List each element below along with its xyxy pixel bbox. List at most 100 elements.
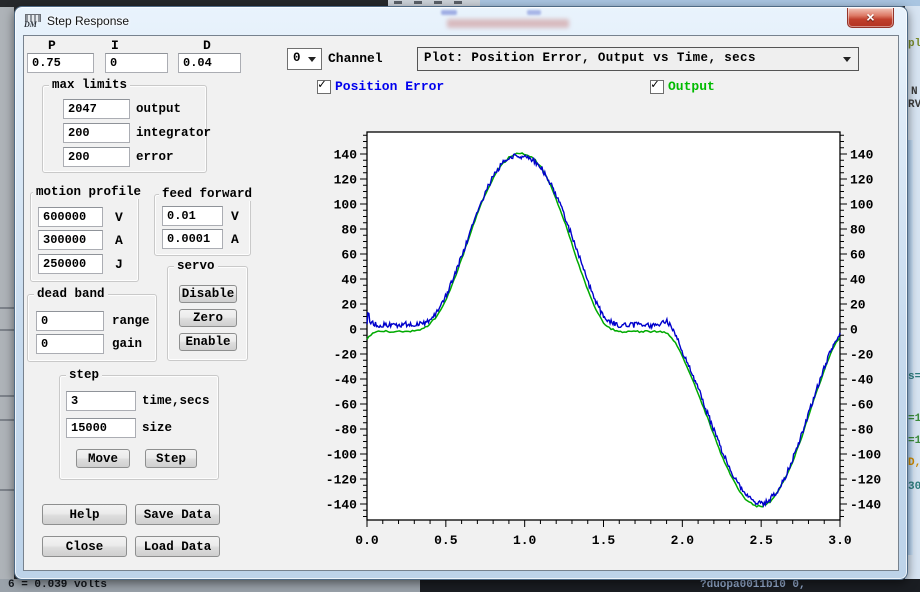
p-input[interactable] [27, 53, 94, 73]
max-limits-group: max limits output integrator error [42, 85, 207, 173]
svg-text:140: 140 [850, 148, 874, 163]
svg-text:0: 0 [349, 323, 357, 338]
background-text: RV [908, 99, 920, 111]
jerk-input[interactable] [38, 254, 103, 274]
svg-text:-40: -40 [850, 373, 874, 388]
d-label: D [203, 38, 211, 53]
svg-text:-120: -120 [326, 473, 357, 488]
deadband-gain-input[interactable] [36, 334, 104, 354]
max-output-input[interactable] [63, 99, 130, 119]
max-integrator-input[interactable] [63, 123, 130, 143]
step-response-chart: -140-140-120-120-100-100-80-80-60-60-40-… [332, 120, 892, 565]
svg-text:-20: -20 [850, 348, 874, 363]
chevron-down-icon [843, 57, 851, 62]
step-button[interactable]: Step [145, 449, 197, 468]
screen: plNRVs==1=1D,306 = 0.039 volts?duopa0011… [0, 0, 920, 592]
svg-text:100: 100 [334, 198, 358, 213]
glass-smudge [441, 10, 457, 15]
i-input[interactable] [105, 53, 168, 73]
svg-text:20: 20 [850, 298, 866, 313]
step-response-window: DM Step Response × P I D 0 Channel Plot:… [14, 6, 908, 580]
step-group: step time,secs size Move Step [59, 375, 219, 480]
chart-svg: -140-140-120-120-100-100-80-80-60-60-40-… [332, 120, 892, 565]
position-error-checkbox[interactable]: ✓ [317, 80, 331, 94]
channel-select[interactable]: 0 [287, 48, 322, 70]
move-button[interactable]: Move [76, 449, 130, 468]
glass-smudge [527, 10, 541, 15]
deadband-range-input[interactable] [36, 311, 104, 331]
svg-text:120: 120 [850, 173, 874, 188]
max-error-input[interactable] [63, 147, 130, 167]
svg-text:20: 20 [341, 298, 357, 313]
svg-text:-60: -60 [334, 398, 358, 413]
dialog-client-area: P I D 0 Channel Plot: Position Error, Ou… [23, 35, 899, 571]
svg-text:-120: -120 [850, 473, 881, 488]
background-text: N [911, 86, 918, 98]
load-data-button[interactable]: Load Data [135, 536, 220, 557]
close-button[interactable]: × [847, 8, 894, 28]
step-size-input[interactable] [66, 418, 136, 438]
acceleration-input[interactable] [38, 230, 103, 250]
svg-text:60: 60 [341, 248, 357, 263]
checkmark-icon: ✓ [318, 78, 326, 92]
svg-text:100: 100 [850, 198, 874, 213]
plot-frame [367, 132, 840, 520]
velocity-input[interactable] [38, 207, 103, 227]
ff-velocity-input[interactable] [162, 206, 223, 226]
close-icon: × [866, 9, 874, 25]
svg-text:120: 120 [334, 173, 358, 188]
svg-text:1.5: 1.5 [592, 533, 616, 548]
servo-group: servo Disable Zero Enable [167, 266, 248, 361]
save-data-button[interactable]: Save Data [135, 504, 220, 525]
svg-text:0: 0 [850, 323, 858, 338]
step-time-input[interactable] [66, 391, 136, 411]
svg-text:80: 80 [850, 223, 866, 238]
app-icon: DM [24, 13, 41, 29]
i-label: I [111, 38, 119, 53]
servo-zero-button[interactable]: Zero [179, 309, 237, 327]
motion-profile-group: motion profile V A J [30, 192, 139, 282]
output-checkbox[interactable]: ✓ [650, 80, 664, 94]
window-title: Step Response [47, 14, 129, 28]
svg-text:0.0: 0.0 [355, 533, 379, 548]
svg-text:-20: -20 [334, 348, 358, 363]
svg-text:-60: -60 [850, 398, 874, 413]
checkmark-icon: ✓ [651, 78, 659, 92]
svg-text:-140: -140 [850, 498, 881, 513]
dead-band-group: dead band range gain [27, 294, 157, 362]
plot-type-select[interactable]: Plot: Position Error, Output vs Time, se… [417, 47, 859, 71]
svg-text:-100: -100 [850, 448, 881, 463]
svg-text:60: 60 [850, 248, 866, 263]
background-text: pl [908, 38, 920, 50]
background-text: 30 [908, 481, 920, 493]
svg-text:-140: -140 [326, 498, 357, 513]
background-text: =1 [908, 413, 920, 425]
position-error-label: Position Error [335, 79, 444, 94]
background-left-panel [0, 7, 14, 580]
d-input[interactable] [178, 53, 241, 73]
p-label: P [48, 38, 56, 53]
svg-text:-80: -80 [334, 423, 358, 438]
glass-smudge [447, 19, 569, 28]
channel-label: Channel [328, 51, 383, 66]
background-text: =1 [908, 435, 920, 447]
output-label: Output [668, 79, 715, 94]
svg-text:1.0: 1.0 [513, 533, 537, 548]
titlebar[interactable]: DM Step Response × [15, 7, 907, 35]
feed-forward-group: feed forward V A [154, 194, 251, 256]
svg-text:-80: -80 [850, 423, 874, 438]
help-button[interactable]: Help [42, 504, 127, 525]
svg-text:0.5: 0.5 [434, 533, 458, 548]
background-text: D, [908, 457, 920, 469]
close-dialog-button[interactable]: Close [42, 536, 127, 557]
background-text: s= [908, 371, 920, 383]
servo-enable-button[interactable]: Enable [179, 333, 237, 351]
svg-text:140: 140 [334, 148, 358, 163]
svg-text:-40: -40 [334, 373, 358, 388]
svg-text:-100: -100 [326, 448, 357, 463]
svg-text:2.0: 2.0 [671, 533, 695, 548]
svg-text:80: 80 [341, 223, 357, 238]
servo-disable-button[interactable]: Disable [179, 285, 237, 303]
ff-acceleration-input[interactable] [162, 229, 223, 249]
svg-text:40: 40 [341, 273, 357, 288]
